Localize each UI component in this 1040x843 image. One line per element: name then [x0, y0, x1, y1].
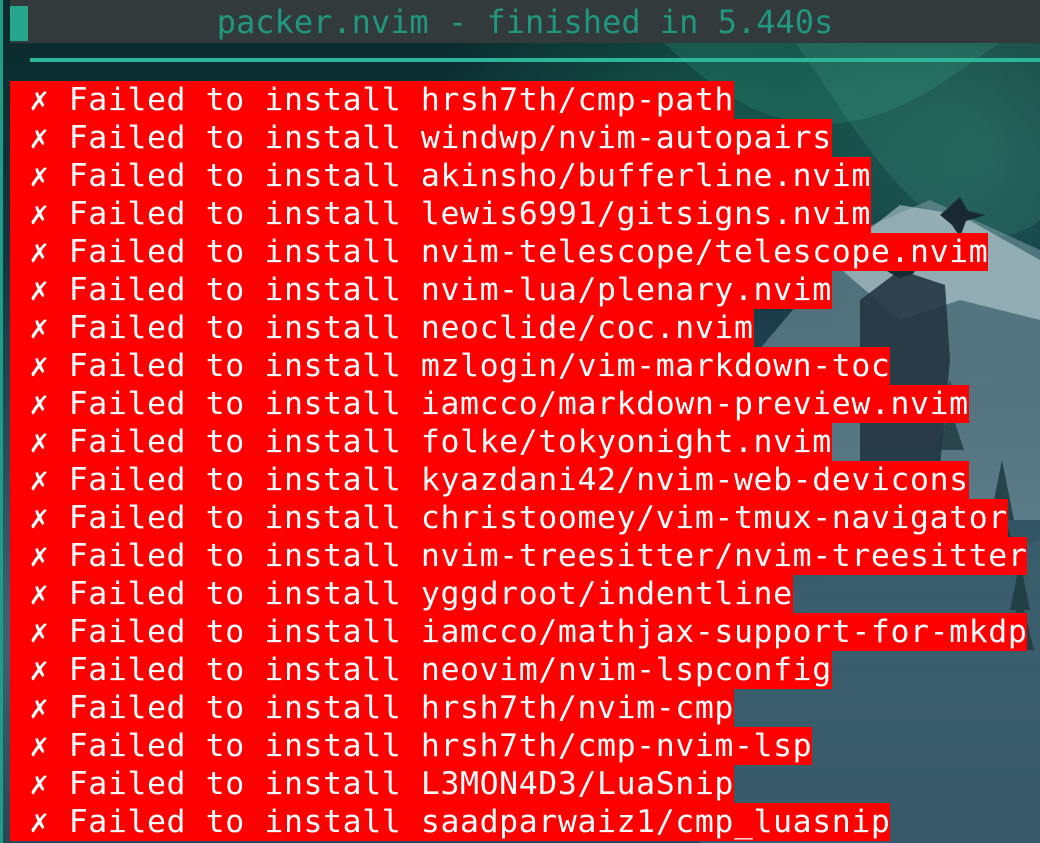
log-row-failed-install: ✗ Failed to install iamcco/mathjax-suppo…	[10, 613, 1028, 651]
fail-x-icon: ✗	[29, 158, 50, 194]
log-row-failed-install: ✗ Failed to install hrsh7th/nvim-cmp	[10, 689, 734, 727]
fail-x-icon: ✗	[29, 500, 50, 536]
log-message: Failed to install	[68, 310, 402, 346]
fail-x-icon: ✗	[29, 538, 50, 574]
log-message: Failed to install	[68, 120, 402, 156]
plugin-name: iamcco/mathjax-support-for-mkdp	[420, 614, 1028, 650]
plugin-name: akinsho/bufferline.nvim	[420, 158, 871, 194]
plugin-name: nvim-lua/plenary.nvim	[420, 272, 832, 308]
log-row-failed-install: ✗ Failed to install neoclide/coc.nvim	[10, 309, 754, 347]
plugin-name: iamcco/markdown-preview.nvim	[420, 386, 969, 422]
plugin-name: kyazdani42/nvim-web-devicons	[420, 462, 969, 498]
plugin-name: neovim/nvim-lspconfig	[420, 652, 832, 688]
log-message: Failed to install	[68, 500, 402, 536]
log-message: Failed to install	[68, 272, 402, 308]
fail-x-icon: ✗	[29, 728, 50, 764]
log-row-failed-install: ✗ Failed to install saadparwaiz1/cmp_lua…	[10, 803, 891, 841]
log-message: Failed to install	[68, 728, 402, 764]
log-message: Failed to install	[68, 538, 402, 574]
fail-x-icon: ✗	[29, 576, 50, 612]
install-log-list: ✗ Failed to install hrsh7th/cmp-path ✗ F…	[10, 81, 1028, 841]
plugin-name: L3MON4D3/LuaSnip	[420, 766, 734, 802]
log-message: Failed to install	[68, 576, 402, 612]
packer-title-bar: packer.nvim - finished in 5.440s	[10, 0, 1040, 43]
fail-x-icon: ✗	[29, 348, 50, 384]
plugin-name: nvim-treesitter/nvim-treesitter	[420, 538, 1028, 574]
fail-x-icon: ✗	[29, 196, 50, 232]
log-message: Failed to install	[68, 424, 402, 460]
log-message: Failed to install	[68, 652, 402, 688]
log-row-failed-install: ✗ Failed to install hrsh7th/cmp-path	[10, 81, 734, 119]
plugin-name: windwp/nvim-autopairs	[420, 120, 832, 156]
log-row-failed-install: ✗ Failed to install folke/tokyonight.nvi…	[10, 423, 832, 461]
plugin-name: yggdroot/indentline	[420, 576, 793, 612]
fail-x-icon: ✗	[29, 766, 50, 802]
fail-x-icon: ✗	[29, 462, 50, 498]
log-message: Failed to install	[68, 158, 402, 194]
plugin-name: lewis6991/gitsigns.nvim	[420, 196, 871, 232]
log-message: Failed to install	[68, 462, 402, 498]
fail-x-icon: ✗	[29, 386, 50, 422]
fail-x-icon: ✗	[29, 804, 50, 840]
log-message: Failed to install	[68, 196, 402, 232]
fail-x-icon: ✗	[29, 82, 50, 118]
log-message: Failed to install	[68, 82, 402, 118]
fail-x-icon: ✗	[29, 234, 50, 270]
log-row-failed-install: ✗ Failed to install akinsho/bufferline.n…	[10, 157, 871, 195]
log-row-failed-install: ✗ Failed to install neovim/nvim-lspconfi…	[10, 651, 832, 689]
fail-x-icon: ✗	[29, 690, 50, 726]
log-row-failed-install: ✗ Failed to install lewis6991/gitsigns.n…	[10, 195, 871, 233]
log-message: Failed to install	[68, 804, 402, 840]
packer-status-title: packer.nvim - finished in 5.440s	[216, 3, 834, 41]
plugin-name: nvim-telescope/telescope.nvim	[420, 234, 989, 270]
log-row-failed-install: ✗ Failed to install kyazdani42/nvim-web-…	[10, 461, 969, 499]
fail-x-icon: ✗	[29, 652, 50, 688]
log-row-failed-install: ✗ Failed to install christoomey/vim-tmux…	[10, 499, 1008, 537]
fail-x-icon: ✗	[29, 614, 50, 650]
plugin-name: hrsh7th/cmp-path	[420, 82, 734, 118]
plugin-name: neoclide/coc.nvim	[420, 310, 754, 346]
fail-x-icon: ✗	[29, 424, 50, 460]
log-row-failed-install: ✗ Failed to install L3MON4D3/LuaSnip	[10, 765, 734, 803]
fail-x-icon: ✗	[29, 120, 50, 156]
log-message: Failed to install	[68, 348, 402, 384]
title-separator	[30, 58, 1040, 62]
plugin-name: folke/tokyonight.nvim	[420, 424, 832, 460]
plugin-name: saadparwaiz1/cmp_luasnip	[420, 804, 891, 840]
log-row-failed-install: ✗ Failed to install yggdroot/indentline	[10, 575, 793, 613]
log-row-failed-install: ✗ Failed to install windwp/nvim-autopair…	[10, 119, 832, 157]
window-left-border	[0, 0, 3, 843]
log-row-failed-install: ✗ Failed to install nvim-treesitter/nvim…	[10, 537, 1028, 575]
log-message: Failed to install	[68, 766, 402, 802]
plugin-name: hrsh7th/cmp-nvim-lsp	[420, 728, 813, 764]
log-row-failed-install: ✗ Failed to install iamcco/markdown-prev…	[10, 385, 969, 423]
log-row-failed-install: ✗ Failed to install mzlogin/vim-markdown…	[10, 347, 891, 385]
plugin-name: hrsh7th/nvim-cmp	[420, 690, 734, 726]
log-row-failed-install: ✗ Failed to install nvim-telescope/teles…	[10, 233, 989, 271]
log-row-failed-install: ✗ Failed to install hrsh7th/cmp-nvim-lsp	[10, 727, 813, 765]
log-message: Failed to install	[68, 614, 402, 650]
plugin-name: mzlogin/vim-markdown-toc	[420, 348, 891, 384]
log-row-failed-install: ✗ Failed to install nvim-lua/plenary.nvi…	[10, 271, 832, 309]
log-message: Failed to install	[68, 234, 402, 270]
log-message: Failed to install	[68, 690, 402, 726]
fail-x-icon: ✗	[29, 310, 50, 346]
log-message: Failed to install	[68, 386, 402, 422]
fail-x-icon: ✗	[29, 272, 50, 308]
plugin-name: christoomey/vim-tmux-navigator	[420, 500, 1008, 536]
